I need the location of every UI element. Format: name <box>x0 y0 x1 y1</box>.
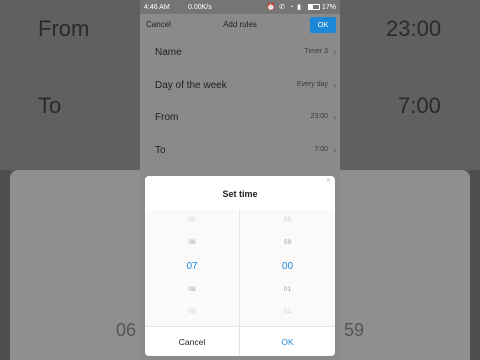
row-value: 7:00 <box>314 145 328 153</box>
chevron-right-icon: › <box>333 79 336 90</box>
row-label: Name <box>155 47 182 58</box>
dialog-title: Set time <box>222 189 258 199</box>
bg-minute-value: 59 <box>344 320 365 340</box>
minute-option[interactable]: 01 <box>240 286 335 293</box>
hour-option[interactable]: 08 <box>145 286 239 293</box>
minute-selected[interactable]: 00 <box>240 261 335 272</box>
bg-to-value: 7:00 <box>398 93 441 118</box>
hour-option[interactable]: 09 <box>145 308 239 315</box>
close-icon[interactable]: ✕ <box>326 177 331 184</box>
row-day-of-week[interactable]: Day of the week Every day › <box>140 69 340 102</box>
dialog-cancel-button[interactable]: Cancel <box>145 327 239 356</box>
chevron-right-icon: › <box>333 112 336 122</box>
status-icons: ⏰ ✆ ◔ ▮ <box>266 4 302 11</box>
row-value: Timer 3 <box>304 48 328 55</box>
minute-option[interactable]: 02 <box>240 308 335 315</box>
battery-icon <box>307 4 320 10</box>
hour-option[interactable]: 05 <box>145 216 239 223</box>
row-label: Day of the week <box>155 79 227 91</box>
dialog-ok-button[interactable]: OK <box>240 327 335 356</box>
row-value: 23:00 <box>310 113 328 120</box>
minute-option[interactable]: 59 <box>240 239 335 246</box>
minute-picker[interactable]: 58 59 00 01 02 <box>240 210 335 326</box>
minute-option[interactable]: 58 <box>240 216 335 223</box>
bg-from-label: From <box>38 16 90 41</box>
settings-list: Name Timer 3 › Day of the week Every day… <box>140 36 340 166</box>
battery-percent: 17% <box>321 3 336 11</box>
chevron-right-icon: › <box>333 144 336 155</box>
battery-indicator: 17% <box>307 3 336 11</box>
app-bar: Cancel Add rules OK <box>140 14 340 36</box>
status-bar: 4:46 AM 0.00K/s ⏰ ✆ ◔ ▮ 17% <box>140 0 340 14</box>
ok-button[interactable]: OK <box>310 17 336 33</box>
row-to[interactable]: To 7:00 › <box>140 134 340 167</box>
row-name[interactable]: Name Timer 3 › <box>140 36 340 69</box>
row-from[interactable]: From 23:00 › <box>140 101 340 134</box>
row-label: To <box>155 144 166 156</box>
status-time: 4:46 AM <box>144 3 170 11</box>
bg-from-value: 23:00 <box>386 16 442 41</box>
hour-option[interactable]: 06 <box>145 239 239 246</box>
chevron-right-icon: › <box>333 47 336 57</box>
bg-to-label: To <box>38 93 62 118</box>
dialog-footer: Cancel OK <box>145 326 335 356</box>
row-label: From <box>155 112 179 123</box>
status-network-speed: 0.00K/s <box>188 3 212 11</box>
bg-hour-value: 06 <box>116 320 137 340</box>
hour-picker[interactable]: 05 06 07 08 09 <box>145 210 239 326</box>
row-value: Every day <box>296 80 328 88</box>
hour-selected[interactable]: 07 <box>145 261 239 272</box>
set-time-dialog: Set time ✕ 05 06 07 08 09 58 59 00 01 02… <box>145 176 335 356</box>
